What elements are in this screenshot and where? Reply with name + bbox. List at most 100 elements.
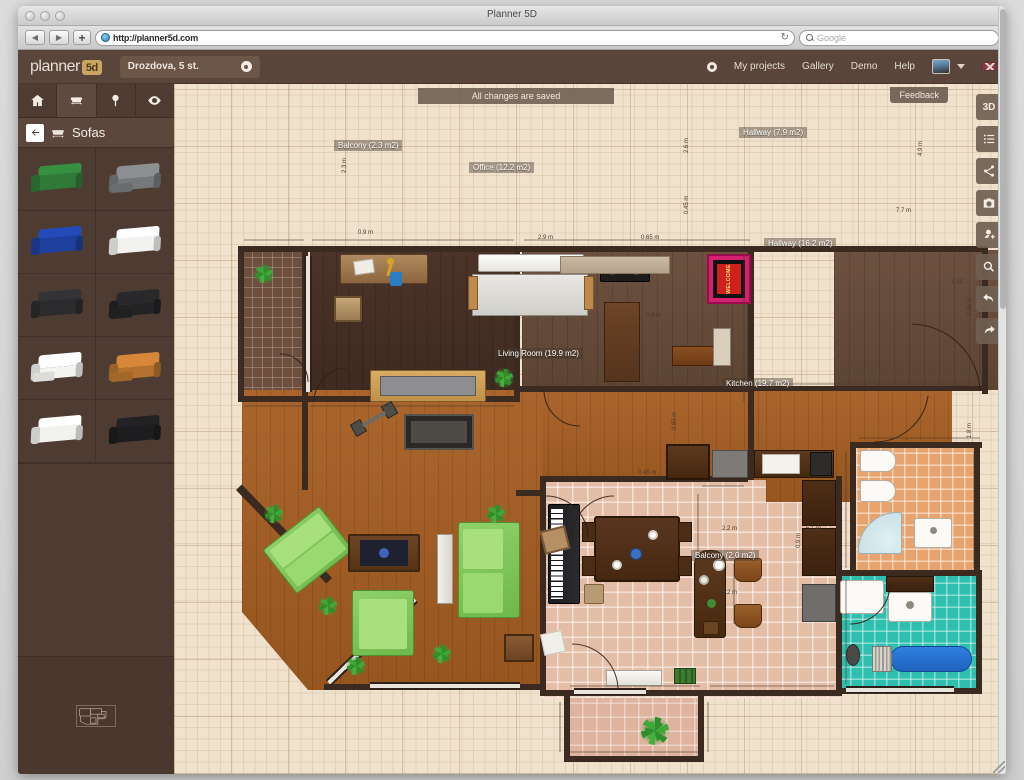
vertical-scrollbar[interactable]	[998, 6, 1006, 774]
chevron-down-icon[interactable]	[957, 64, 965, 69]
toilet-fixture[interactable]	[860, 450, 896, 472]
washer[interactable]	[802, 584, 836, 622]
sofa-living-2[interactable]	[458, 522, 520, 618]
tool-tab-home[interactable]	[18, 84, 58, 117]
bathtub[interactable]	[890, 646, 972, 672]
sink-bathroom[interactable]	[888, 592, 932, 622]
kitchen-radiator[interactable]	[606, 670, 662, 686]
herb-box[interactable]	[674, 668, 696, 684]
piano[interactable]	[548, 504, 580, 604]
nightstand-right[interactable]	[584, 276, 594, 310]
office-chair[interactable]	[334, 296, 362, 322]
list-icon	[983, 134, 995, 144]
minimap[interactable]	[76, 704, 116, 727]
feedback-button[interactable]: Feedback	[890, 87, 948, 103]
dining-chair[interactable]	[582, 522, 596, 542]
piano-stool[interactable]	[584, 584, 604, 604]
sofa-item-grey-corner[interactable]	[96, 148, 174, 211]
reload-icon[interactable]: ↻	[781, 32, 789, 43]
wardrobe[interactable]	[604, 302, 640, 382]
plant-icon[interactable]	[638, 714, 672, 748]
undo-icon	[983, 293, 994, 302]
app-logo[interactable]: planner 5d	[30, 58, 102, 76]
bath-grate[interactable]	[872, 646, 892, 672]
dining-chair[interactable]	[678, 556, 692, 576]
avatar[interactable]	[932, 59, 950, 74]
oven[interactable]	[810, 452, 832, 476]
project-selector[interactable]: Drozdova, 5 st.	[119, 55, 260, 78]
coffee-table[interactable]	[348, 534, 420, 572]
gear-icon[interactable]	[240, 61, 252, 72]
nav-my-projects[interactable]: My projects	[734, 61, 785, 72]
refrigerator[interactable]	[712, 450, 748, 478]
sofa-item-black[interactable]	[18, 274, 96, 337]
bed[interactable]	[472, 274, 588, 316]
back-button[interactable]	[26, 123, 44, 142]
url-input[interactable]: http://planner5d.com ↻	[95, 29, 795, 46]
sofa-item-white-loveseat[interactable]	[18, 400, 96, 463]
kitchen-chair[interactable]	[734, 604, 762, 628]
kitchen-cabinet[interactable]	[802, 528, 836, 576]
laptop[interactable]	[353, 258, 375, 276]
sink-toilet[interactable]	[914, 518, 952, 548]
floorplan-drawing[interactable]: WELCOME Balcony (2.3 m2) Office (12.2 m2…	[174, 84, 1006, 774]
tool-tab-furniture[interactable]	[57, 84, 97, 117]
sofa-item-white-corner[interactable]	[18, 337, 96, 400]
dim-kitchen-bot: 5.1 m	[806, 526, 822, 532]
sofa-item-black-corner[interactable]	[96, 274, 174, 337]
sofa-thumbnail	[30, 162, 83, 196]
desk-box[interactable]	[390, 272, 402, 286]
scrollbar-thumb[interactable]	[1000, 9, 1006, 309]
browser-search-input[interactable]: Google	[799, 29, 999, 46]
home-icon	[30, 94, 44, 107]
tool-tab-view[interactable]	[136, 84, 174, 117]
arrow-left-icon	[31, 129, 39, 136]
console-table[interactable]	[560, 256, 670, 274]
floorplan-canvas[interactable]: All changes are saved Feedback 3D WELCOM…	[174, 84, 1006, 774]
plant-icon[interactable]	[252, 262, 276, 286]
plant-icon[interactable]	[484, 502, 508, 526]
side-table[interactable]	[504, 634, 534, 662]
bidet[interactable]	[860, 480, 896, 502]
gear-icon[interactable]	[706, 61, 717, 72]
back-button[interactable]: ◀	[25, 30, 45, 45]
armchair-living[interactable]	[352, 590, 414, 656]
sofa-item-tan-corner[interactable]	[96, 337, 174, 400]
plant-icon[interactable]	[344, 654, 368, 678]
kitchen-hutch[interactable]	[666, 444, 710, 480]
sofa-item-black-leather[interactable]	[96, 400, 174, 463]
plant-icon[interactable]	[262, 502, 286, 526]
kitchen-chair[interactable]	[734, 558, 762, 582]
plant-icon[interactable]	[492, 366, 516, 390]
resize-grip[interactable]	[993, 761, 1005, 773]
tv-bench[interactable]	[404, 414, 474, 450]
kitchen-cabinet[interactable]	[802, 480, 836, 526]
forward-button[interactable]: ▶	[49, 30, 69, 45]
entry-door-panel[interactable]	[713, 328, 731, 366]
wall-toilet-right	[974, 442, 980, 574]
dim-balcony-b-top: 2.2 m	[722, 526, 738, 532]
bath-mat[interactable]	[846, 644, 860, 666]
bathtub-small[interactable]	[840, 580, 884, 614]
minimap-plan-icon	[79, 707, 107, 725]
welcome-mat-outer[interactable]: WELCOME	[707, 254, 751, 304]
dining-chair[interactable]	[582, 556, 596, 576]
minimap-panel[interactable]	[18, 656, 174, 774]
tool-tab-decor[interactable]	[97, 84, 136, 117]
nightstand-left[interactable]	[468, 276, 478, 310]
plant-icon[interactable]	[316, 594, 340, 618]
sofa-item-blue[interactable]	[18, 211, 96, 274]
radiator[interactable]	[437, 534, 453, 604]
uk-flag-icon[interactable]	[982, 62, 996, 71]
kitchen-sink[interactable]	[762, 454, 800, 474]
sofa-item-white-wood[interactable]	[96, 211, 174, 274]
sofa-item-green[interactable]	[18, 148, 96, 211]
dining-chair[interactable]	[678, 522, 692, 542]
plant-icon[interactable]	[430, 642, 454, 666]
nav-demo[interactable]: Demo	[851, 61, 878, 72]
bath-vanity-top[interactable]	[886, 576, 934, 592]
nav-gallery[interactable]: Gallery	[802, 61, 834, 72]
dim-living-right: 0.85 m	[672, 411, 678, 430]
new-tab-button[interactable]: +	[73, 30, 91, 45]
nav-help[interactable]: Help	[894, 61, 915, 72]
